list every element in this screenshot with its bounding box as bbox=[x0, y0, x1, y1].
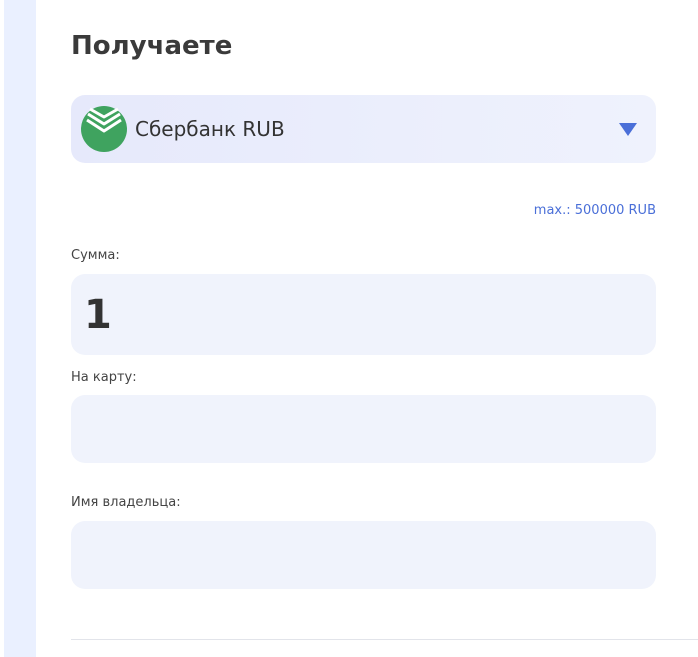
amount-input[interactable] bbox=[71, 274, 656, 355]
owner-name-input[interactable] bbox=[71, 521, 656, 589]
bottom-divider bbox=[71, 639, 698, 640]
owner-name-label: Имя владельца: bbox=[71, 495, 181, 510]
amount-label: Сумма: bbox=[71, 248, 120, 263]
max-amount-label: max.: 500000 RUB bbox=[533, 203, 656, 218]
sberbank-logo-icon bbox=[81, 106, 127, 152]
selected-bank-label: Сбербанк RUB bbox=[135, 117, 285, 141]
card-number-input[interactable] bbox=[71, 395, 656, 463]
page-title: Получаете bbox=[71, 31, 233, 61]
bank-currency-select[interactable]: Сбербанк RUB bbox=[71, 95, 656, 163]
card-label: На карту: bbox=[71, 370, 137, 385]
left-side-strip bbox=[4, 0, 36, 657]
triangle-down-icon[interactable] bbox=[619, 123, 637, 136]
receive-panel: Получаете Сбербанк RUB max.: 500000 RUB … bbox=[0, 0, 698, 657]
